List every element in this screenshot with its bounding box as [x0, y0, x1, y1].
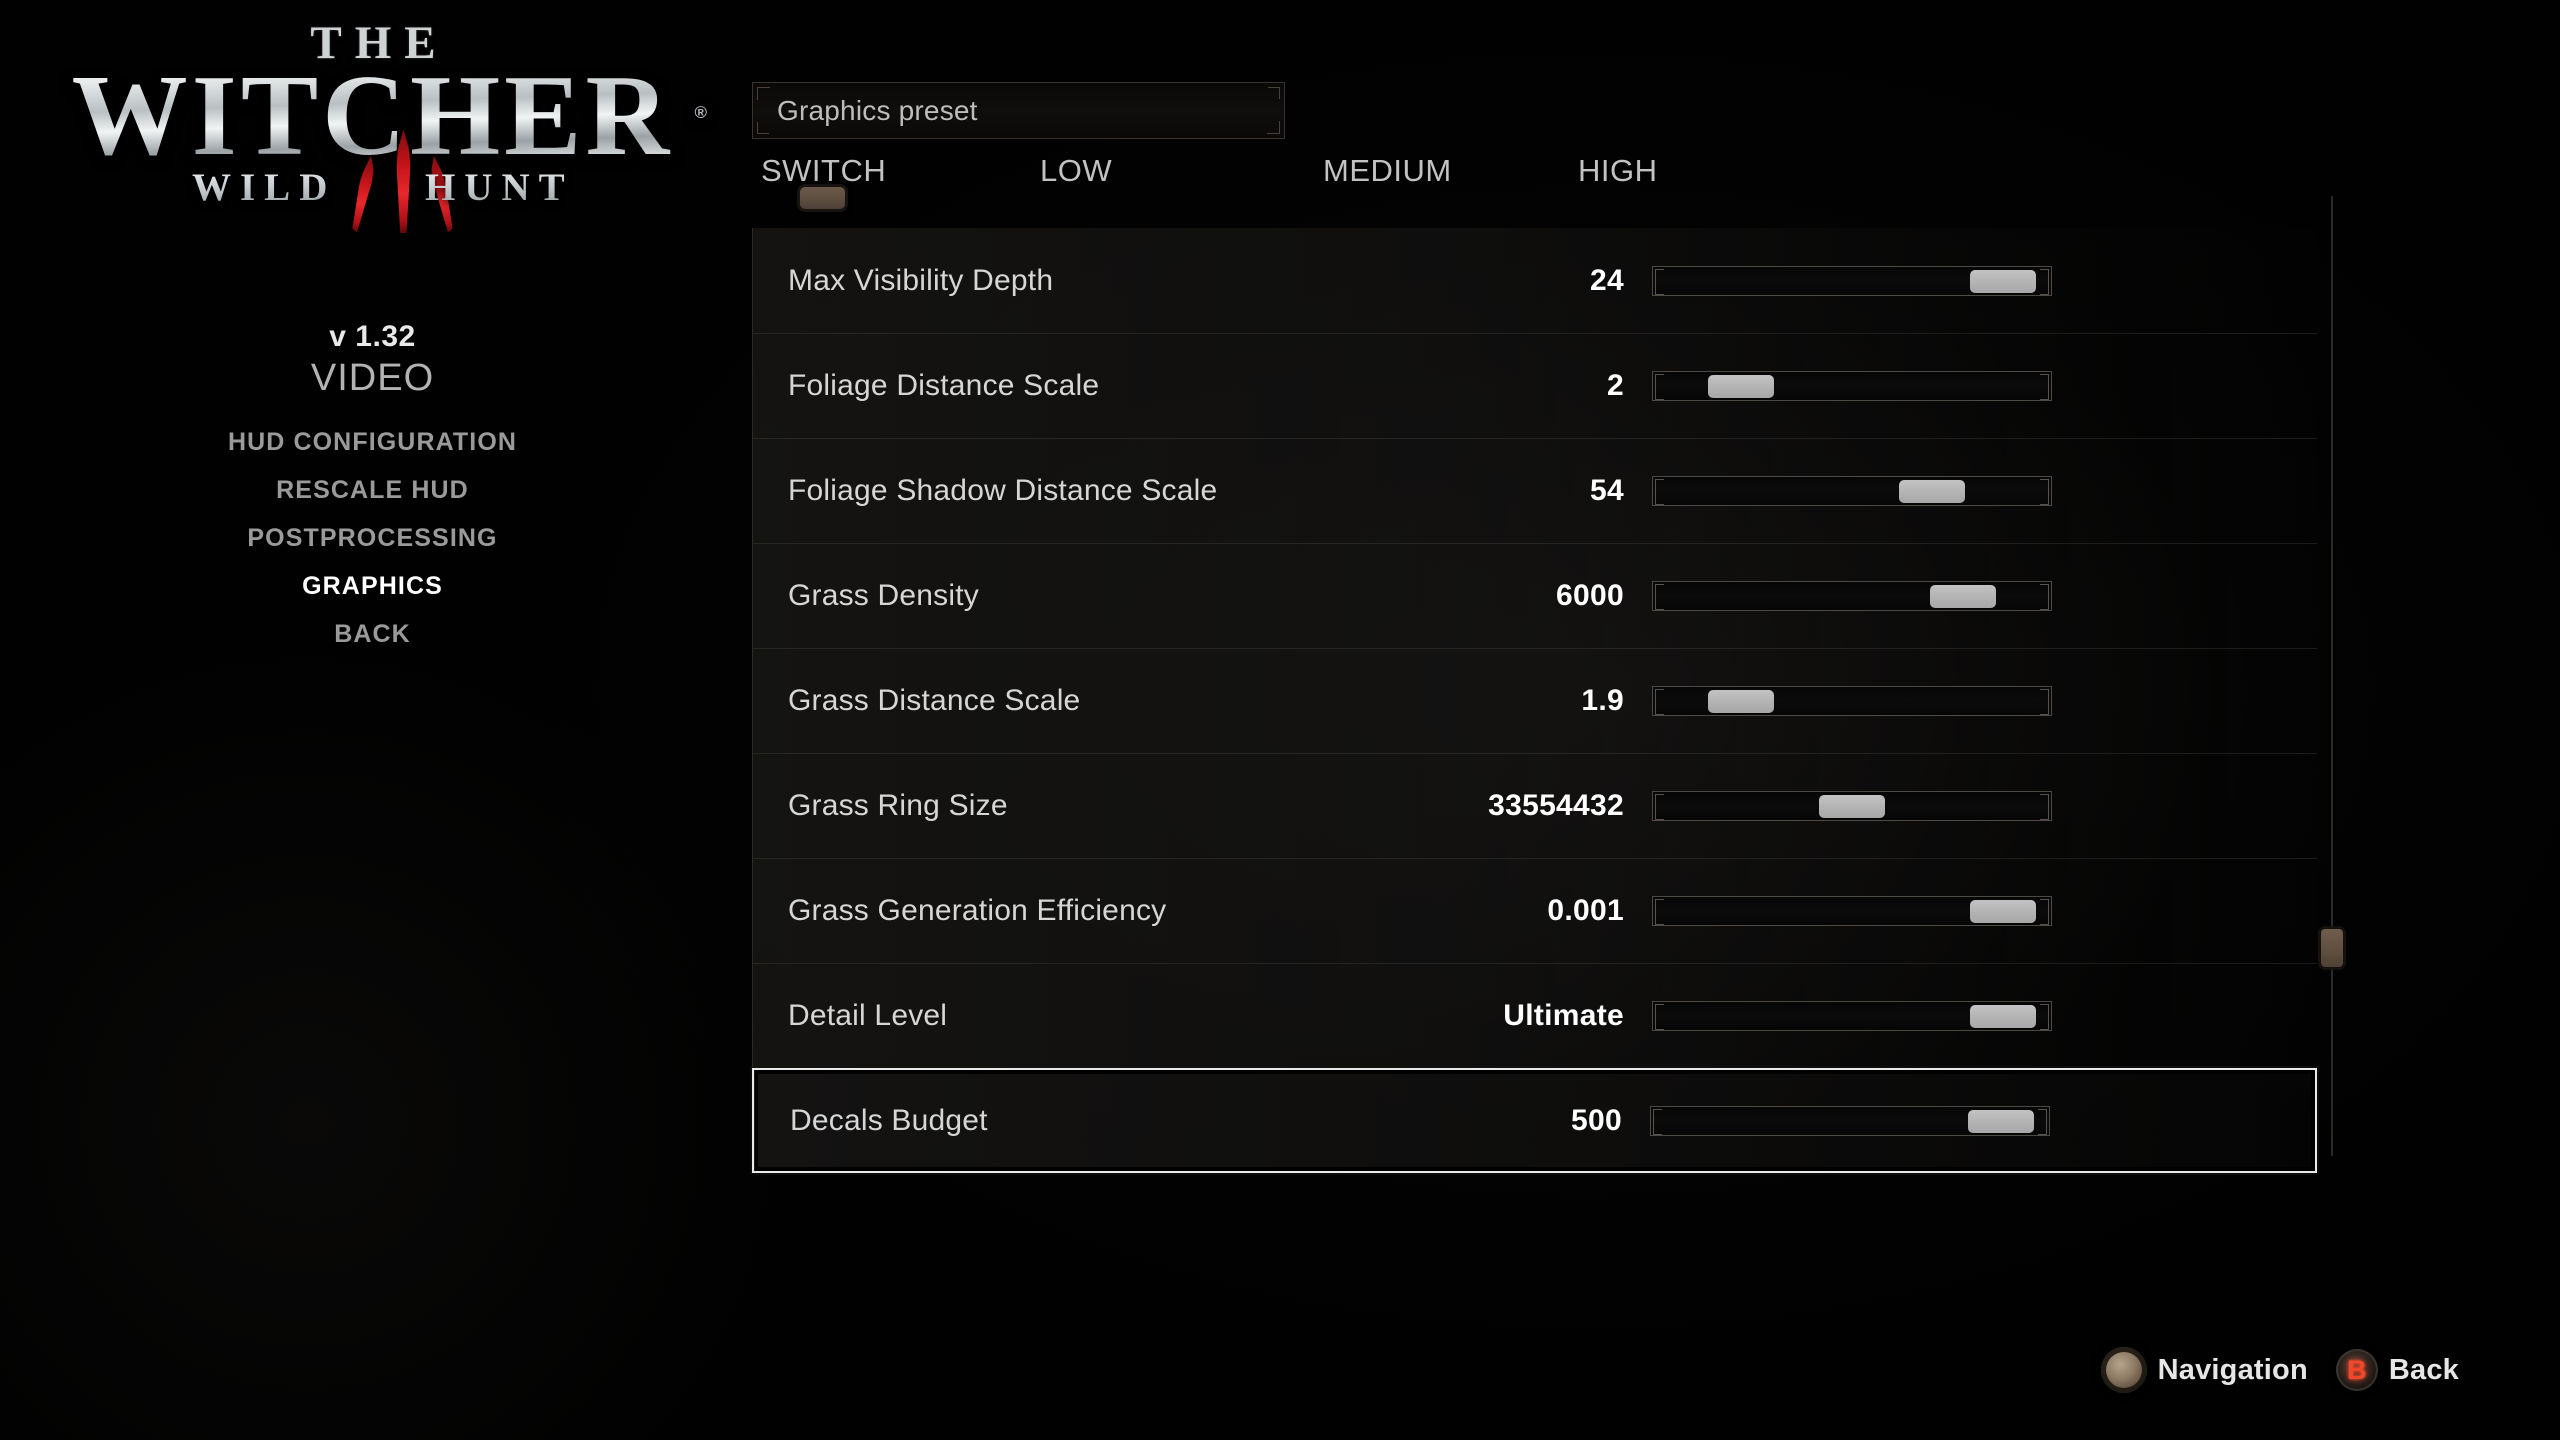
setting-label: Foliage Distance Scale	[788, 369, 1100, 402]
setting-slider[interactable]	[1652, 581, 2052, 611]
setting-slider[interactable]	[1652, 265, 2052, 296]
hint-back-label: Back	[2388, 1353, 2459, 1386]
slider-thumb[interactable]	[1970, 900, 2037, 923]
setting-value: 54	[1590, 474, 1624, 507]
setting-value: 0.001	[1547, 894, 1624, 927]
slider-thumb[interactable]	[1970, 1005, 2037, 1028]
setting-value: 24	[1590, 263, 1624, 297]
setting-value: Ultimate	[1503, 999, 1624, 1032]
setting-row[interactable]: Foliage Shadow Distance Scale 54	[752, 438, 2317, 543]
setting-slider[interactable]	[1652, 791, 2052, 821]
settings-panel: Graphics preset SWITCH LOW MEDIUM HIGH M…	[745, 0, 2560, 1440]
sidebar-item-hud-configuration[interactable]: HUD CONFIGURATION	[0, 418, 745, 466]
setting-slider[interactable]	[1652, 476, 2052, 506]
slider-thumb[interactable]	[1930, 585, 1997, 608]
sidebar-item-graphics[interactable]: GRAPHICS	[0, 562, 745, 610]
tab-high[interactable]: HIGH	[1578, 153, 1658, 189]
graphics-preset-box[interactable]: Graphics preset	[752, 82, 1285, 139]
logo-subtitle-row: WILD HUNT	[0, 129, 745, 217]
setting-row[interactable]: Decals Budget 500	[752, 1068, 2317, 1173]
footer-nav-hints: Navigation B Back	[2100, 1347, 2459, 1393]
slider-thumb[interactable]	[1707, 375, 1774, 398]
scrollbar-thumb[interactable]	[2318, 925, 2346, 970]
setting-slider[interactable]	[1652, 896, 2052, 926]
setting-slider[interactable]	[1652, 686, 2052, 716]
slider-thumb[interactable]	[1707, 690, 1774, 713]
settings-scrollbar[interactable]	[2318, 196, 2346, 1156]
setting-label: Grass Ring Size	[788, 789, 1008, 822]
sidebar-menu: HUD CONFIGURATION RESCALE HUD POSTPROCES…	[0, 418, 745, 658]
preset-tabs: SWITCH LOW MEDIUM HIGH	[761, 153, 1941, 212]
setting-value: 500	[1571, 1103, 1622, 1137]
setting-slider[interactable]	[1652, 371, 2052, 401]
slider-thumb[interactable]	[1970, 269, 2037, 293]
setting-row[interactable]: Max Visibility Depth 24	[752, 228, 2317, 333]
setting-row[interactable]: Grass Generation Efficiency 0.001	[752, 858, 2317, 963]
setting-row[interactable]: Detail Level Ultimate	[752, 963, 2317, 1068]
setting-row[interactable]: Grass Ring Size 33554432	[752, 753, 2317, 858]
hint-navigation: Navigation	[2100, 1347, 2308, 1393]
setting-value: 33554432	[1488, 789, 1624, 822]
corner-accent-icon	[757, 122, 769, 134]
corner-accent-icon	[1268, 87, 1280, 99]
setting-label: Grass Generation Efficiency	[788, 894, 1167, 927]
setting-label: Max Visibility Depth	[788, 263, 1054, 297]
registered-trademark-icon: ®	[694, 103, 711, 122]
button-b-icon: B	[2335, 1349, 2378, 1391]
hint-back[interactable]: B Back	[2335, 1349, 2459, 1391]
sidebar-item-back[interactable]: BACK	[0, 610, 745, 658]
setting-label: Foliage Shadow Distance Scale	[788, 474, 1218, 507]
setting-label: Grass Density	[788, 579, 979, 612]
tab-low[interactable]: LOW	[1040, 153, 1112, 189]
settings-list: Max Visibility Depth 24 Foliage Distance S…	[752, 228, 2317, 1173]
setting-value: 1.9	[1581, 684, 1624, 717]
left-panel: THE WITCHER ® WILD HUNT v 1.32 VIDEO HUD…	[0, 0, 745, 1440]
logo-wild-text: WILD	[192, 166, 337, 210]
page-title: VIDEO	[310, 357, 435, 399]
setting-label: Detail Level	[788, 999, 948, 1032]
setting-value: 6000	[1556, 579, 1624, 612]
analog-stick-icon	[2100, 1347, 2147, 1393]
slider-thumb[interactable]	[1898, 480, 1965, 503]
setting-slider[interactable]	[1652, 1001, 2052, 1031]
sidebar-item-rescale-hud[interactable]: RESCALE HUD	[0, 466, 745, 514]
graphics-preset-label: Graphics preset	[777, 94, 978, 126]
game-logo: THE WITCHER ® WILD HUNT	[0, 20, 745, 217]
setting-row[interactable]: Grass Distance Scale 1.9	[752, 648, 2317, 753]
tab-medium[interactable]: MEDIUM	[1323, 153, 1452, 189]
setting-label: Decals Budget	[790, 1103, 988, 1137]
setting-row[interactable]: Grass Density 6000	[752, 543, 2317, 648]
selected-preset-indicator	[797, 184, 848, 212]
sidebar-item-postprocessing[interactable]: POSTPROCESSING	[0, 514, 745, 562]
slider-thumb[interactable]	[1819, 795, 1885, 818]
hint-navigation-label: Navigation	[2157, 1353, 2308, 1386]
setting-value: 2	[1607, 369, 1624, 402]
logo-hunt-text: HUNT	[425, 166, 574, 210]
setting-label: Grass Distance Scale	[788, 684, 1081, 717]
slider-thumb[interactable]	[1968, 1109, 2035, 1133]
setting-slider[interactable]	[1650, 1105, 2050, 1136]
version-label: v 1.32	[329, 320, 416, 353]
setting-row[interactable]: Foliage Distance Scale 2	[752, 333, 2317, 438]
